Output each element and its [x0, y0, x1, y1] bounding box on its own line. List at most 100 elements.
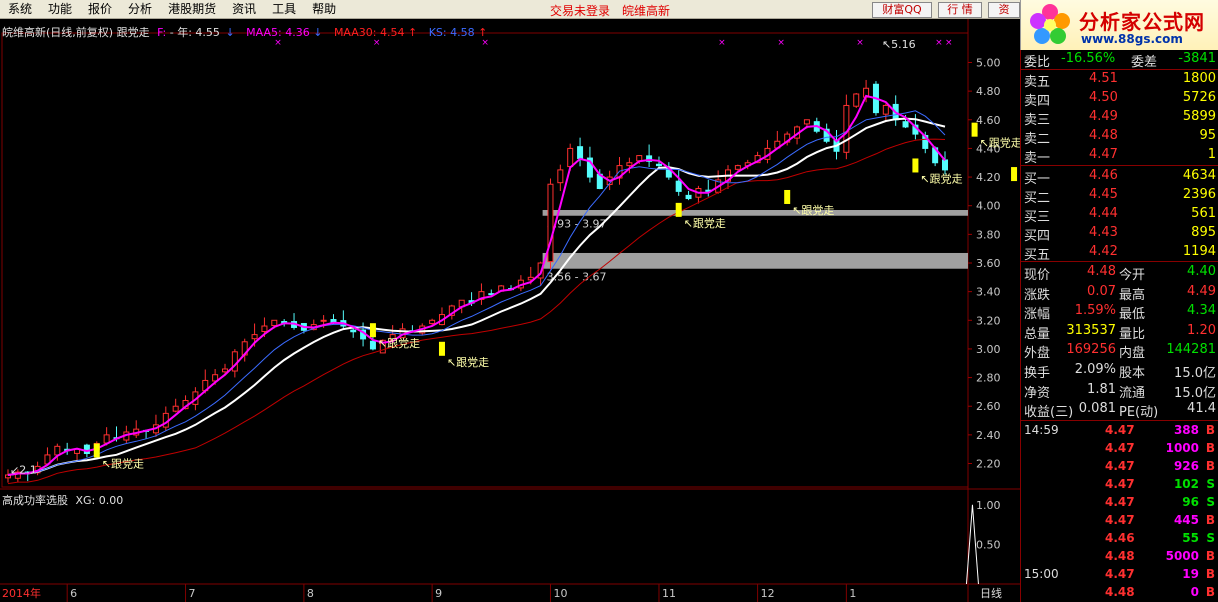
tick-volume: 102	[1173, 477, 1199, 491]
bid-volume: 561	[1191, 206, 1216, 221]
maa30-label: MAA30:	[333, 26, 377, 39]
candle-body	[429, 319, 436, 325]
candle-body	[567, 147, 574, 168]
candle-body	[803, 119, 810, 125]
signal-bar	[675, 202, 682, 217]
candle-body	[577, 146, 584, 159]
tick-volume: 388	[1173, 423, 1199, 437]
y-tick-label: 4.80	[976, 85, 1001, 98]
signal-label: ↖跟党走	[684, 217, 726, 230]
wealth-qq-button[interactable]: 财富QQ	[872, 2, 932, 18]
tick-time: 15:00	[1024, 567, 1059, 581]
market-button[interactable]: 行 情	[938, 2, 982, 18]
ks-value: 4.58	[450, 26, 475, 39]
menu-function[interactable]: 功能	[40, 0, 80, 19]
ask-row[interactable]: 卖四 4.50 5726	[1021, 89, 1218, 109]
stat-value: 1.20	[1187, 322, 1216, 338]
tick-row: 4.48 0 B	[1021, 584, 1218, 602]
candle-body	[271, 319, 278, 327]
stat-label: 涨幅	[1024, 307, 1051, 323]
y-tick-label: 4.20	[976, 171, 1001, 184]
candle-body	[902, 121, 909, 128]
divider	[1021, 420, 1218, 421]
ask-row[interactable]: 卖一 4.47 1	[1021, 146, 1218, 166]
stat-value: 169256	[1066, 342, 1116, 358]
ask-label: 卖三	[1024, 113, 1051, 128]
stat-value: 4.49	[1187, 283, 1216, 299]
tick-price: 4.47	[1105, 459, 1135, 473]
tick-volume: 445	[1173, 513, 1199, 527]
ask-row[interactable]: 卖五 4.51 1800	[1021, 70, 1218, 90]
tick-volume: 0	[1190, 585, 1199, 599]
x-month-label: 9	[435, 587, 442, 600]
x-month-label: 1	[849, 587, 856, 600]
ask-price: 4.48	[1089, 128, 1118, 143]
menu-help[interactable]: 帮助	[304, 0, 344, 19]
menu-news[interactable]: 资讯	[224, 0, 264, 19]
tick-row: 15:00 4.47 19 B	[1021, 566, 1218, 584]
tick-price: 4.47	[1105, 423, 1135, 437]
y-tick-label: 2.60	[976, 400, 1001, 413]
stat-value: 4.40	[1187, 264, 1216, 279]
top-marker: ×	[945, 38, 953, 48]
bid-row[interactable]: 买一 4.46 4634	[1021, 167, 1218, 187]
candle-body	[251, 334, 258, 340]
stat-label: 涨跌	[1024, 287, 1051, 303]
bid-row[interactable]: 买二 4.45 2396	[1021, 186, 1218, 206]
stat-value: 313537	[1066, 322, 1116, 338]
info-button[interactable]: 资	[988, 2, 1020, 18]
ask-row[interactable]: 卖三 4.49 5899	[1021, 108, 1218, 128]
stat-label: PE(动)	[1119, 405, 1159, 421]
stat-value: 4.48	[1087, 264, 1116, 279]
candle-body	[320, 319, 327, 322]
candle-body	[54, 445, 61, 456]
menu-hk-futures[interactable]: 港股期货	[160, 0, 224, 19]
menu-tools[interactable]: 工具	[264, 0, 304, 19]
candle-body	[882, 104, 889, 115]
signal-label: ↖跟党走	[980, 137, 1020, 150]
y-tick-label: 3.60	[976, 257, 1001, 270]
period-label[interactable]: 日线	[980, 585, 1002, 601]
bid-volume: 1194	[1182, 244, 1216, 259]
ask-price: 4.49	[1089, 109, 1118, 124]
tick-time: 14:59	[1024, 423, 1059, 437]
signal-label: ↖跟党走	[447, 356, 489, 369]
bid-row[interactable]: 买三 4.44 561	[1021, 205, 1218, 225]
menu-system[interactable]: 系统	[0, 0, 40, 19]
x-month-label: 8	[307, 587, 314, 600]
candle-body	[261, 325, 268, 333]
bid-row[interactable]: 买四 4.43 895	[1021, 224, 1218, 244]
y-tick-label: 3.40	[976, 286, 1001, 299]
stat-label: 股本	[1119, 366, 1146, 381]
chart-status-line: 皖维高新(日线,前复权) 跟党走 F: - 年: 4.55 ↓ MAA5: 4.…	[2, 24, 487, 40]
kline-chart[interactable]: 5.004.804.604.404.204.003.803.603.403.20…	[0, 19, 1020, 602]
candle-body	[734, 165, 741, 170]
signal-label: ↖跟党走	[920, 172, 962, 185]
stat-label: 换手	[1024, 366, 1051, 381]
maa5-line	[7, 94, 946, 476]
tick-volume: 55	[1182, 531, 1199, 545]
bid-row[interactable]: 买五 4.42 1194	[1021, 243, 1218, 263]
candle-body	[685, 194, 692, 200]
tick-volume: 19	[1182, 567, 1199, 581]
gap-zone	[542, 210, 968, 216]
stat-value: 2.09%	[1074, 362, 1116, 377]
tick-price: 4.48	[1105, 585, 1135, 599]
chart-area[interactable]: 5.00 4.80 4.60 4.40 4.20 4.00 3.80 3.60 3.40 3.20…	[0, 19, 1020, 602]
tick-price: 4.47	[1105, 441, 1135, 455]
x-month-label: 7	[189, 587, 196, 600]
tick-row: 4.46 55 S	[1021, 530, 1218, 548]
ask-row[interactable]: 卖二 4.48 95	[1021, 127, 1218, 147]
signal-label: ↖跟党走	[378, 337, 420, 350]
gap-zone	[542, 252, 968, 269]
top-marker: ×	[777, 38, 785, 48]
tick-side: B	[1205, 549, 1215, 563]
low-label: ↙2.1	[10, 464, 37, 477]
menu-analysis[interactable]: 分析	[120, 0, 160, 19]
stat-value: 41.4	[1187, 401, 1216, 417]
candle-body	[221, 368, 228, 373]
logo-url: www.88gs.com	[1081, 32, 1183, 46]
menu-quote[interactable]: 报价	[80, 0, 120, 19]
stat-label: 收益(三)	[1024, 405, 1074, 421]
stat-value: 15.0亿	[1174, 385, 1216, 401]
